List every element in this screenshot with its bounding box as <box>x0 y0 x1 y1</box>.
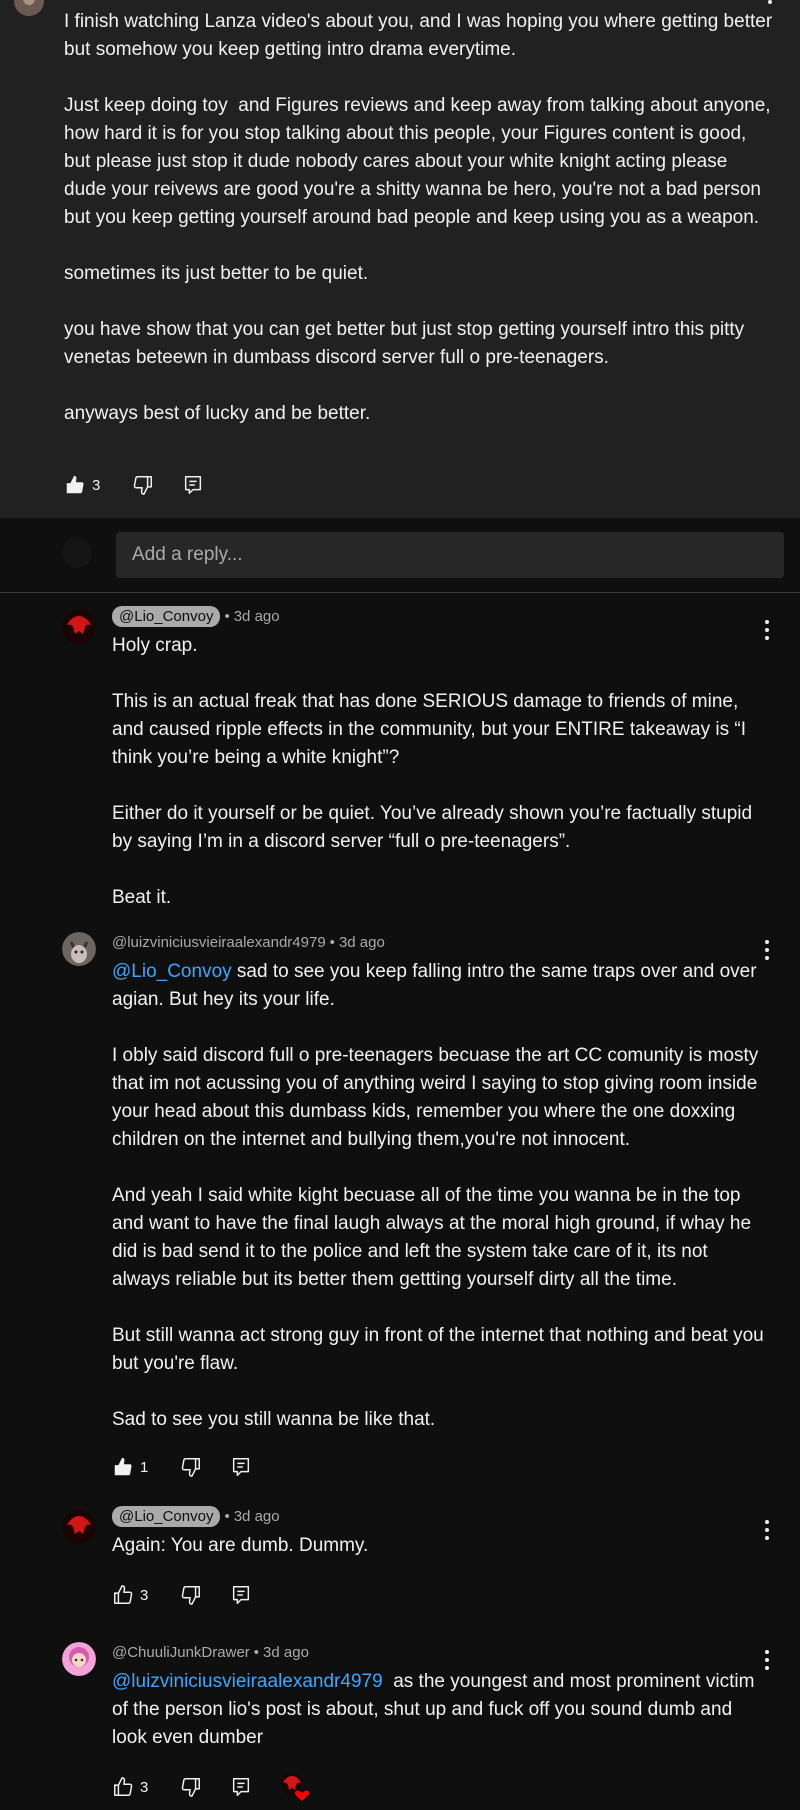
avatar[interactable] <box>62 610 96 644</box>
comment-body: @luizviniciusvieiraalexandr4979 • 3d ago… <box>112 930 767 1482</box>
comment-actions: 3 <box>112 1580 767 1610</box>
author-handle[interactable]: @ChuuliJunkDrawer <box>112 1644 250 1661</box>
like-button[interactable]: 3 <box>112 1584 152 1606</box>
thumbs-down-icon <box>181 1778 200 1797</box>
creator-heart-badge <box>280 1772 310 1802</box>
timestamp: 3d ago <box>233 1507 280 1525</box>
like-button[interactable]: 3 <box>112 1776 152 1798</box>
dislike-button[interactable] <box>180 1456 202 1478</box>
reply-comment-icon <box>232 1586 250 1604</box>
avatar[interactable] <box>14 0 44 16</box>
mention-link[interactable]: @luizviniciusvieiraalexandr4979 <box>112 1671 383 1692</box>
dislike-button[interactable] <box>132 474 154 496</box>
thumbs-down-icon <box>181 1586 200 1605</box>
reply-button[interactable] <box>230 1584 252 1606</box>
thumbs-up-icon <box>114 1585 133 1604</box>
like-count: 3 <box>140 1586 149 1604</box>
creator-heart-icon <box>281 1773 310 1801</box>
reply-comment-icon <box>232 1458 250 1476</box>
comment-text: Holy crap. This is an actual freak that … <box>112 635 753 908</box>
dislike-button[interactable] <box>180 1776 202 1798</box>
comment-actions: 3 <box>64 470 232 500</box>
thumbs-up-icon <box>66 475 84 494</box>
reply-button[interactable] <box>230 1456 252 1478</box>
comment-body: @Lio_Convoy • 3d ago Holy crap. This is … <box>112 604 767 912</box>
thumbs-down-icon <box>181 1458 200 1477</box>
like-count: 3 <box>140 1778 149 1796</box>
reply-button[interactable] <box>182 474 204 496</box>
thumbs-up-icon <box>114 1457 132 1476</box>
comment-actions: 1 <box>112 1452 767 1482</box>
avatar[interactable] <box>62 932 96 966</box>
timestamp: 3d ago <box>233 607 280 625</box>
thumbs-down-icon <box>133 476 152 495</box>
author-handle[interactable]: @Lio_Convoy <box>112 605 221 627</box>
comment-meta: @ChuuliJunkDrawer • 3d ago <box>112 1640 767 1664</box>
like-count: 1 <box>140 1458 149 1476</box>
avatar <box>62 538 92 568</box>
comment-meta: @Lio_Convoy • 3d ago <box>112 604 767 628</box>
more-vertical-icon[interactable] <box>768 0 772 6</box>
dislike-button[interactable] <box>180 1584 202 1606</box>
comment-body: @Lio_Convoy • 3d ago Again: You are dumb… <box>112 1504 767 1610</box>
meta-separator: • <box>224 607 230 625</box>
meta-separator: • <box>224 1507 230 1525</box>
comment-text: @luizviniciusvieiraalexandr4979 as the y… <box>112 1668 767 1752</box>
reply-comment-icon <box>184 476 202 494</box>
comment-meta: @Lio_Convoy • 3d ago <box>112 1504 767 1528</box>
avatar[interactable] <box>62 1642 96 1676</box>
timestamp: 3d ago <box>263 1643 309 1661</box>
comment-text-body: sad to see you keep falling intro the sa… <box>112 961 764 1430</box>
timestamp: 3d ago <box>338 933 385 951</box>
comment-actions: 3 <box>112 1772 767 1802</box>
meta-separator: • <box>253 1643 260 1661</box>
comment-text: Again: You are dumb. Dummy. <box>112 1535 369 1556</box>
like-button[interactable]: 1 <box>112 1456 152 1478</box>
author-handle[interactable]: @Lio_Convoy <box>112 1505 221 1527</box>
thumbs-up-icon <box>114 1777 133 1796</box>
mention-link[interactable]: @Lio_Convoy <box>112 961 232 982</box>
comment-text: @Lio_Convoy sad to see you keep falling … <box>112 958 767 1434</box>
meta-separator: • <box>329 933 335 951</box>
comment-meta: @luizviniciusvieiraalexandr4979 • 3d ago <box>112 930 767 954</box>
like-count: 3 <box>92 476 101 494</box>
avatar[interactable] <box>62 1510 96 1544</box>
reply-comment-icon <box>232 1778 250 1796</box>
comment-text: I finish watching Lanza video's about yo… <box>64 11 773 424</box>
reply-button[interactable] <box>230 1776 252 1798</box>
author-handle[interactable]: @luizviniciusvieiraalexandr4979 <box>112 934 326 951</box>
parent-comment: I finish watching Lanza video's about yo… <box>0 0 800 518</box>
reply-input[interactable] <box>116 532 784 578</box>
like-button[interactable]: 3 <box>64 474 104 496</box>
comment-body: @ChuuliJunkDrawer • 3d ago @luizvinicius… <box>112 1640 767 1802</box>
reply-box <box>0 518 800 593</box>
